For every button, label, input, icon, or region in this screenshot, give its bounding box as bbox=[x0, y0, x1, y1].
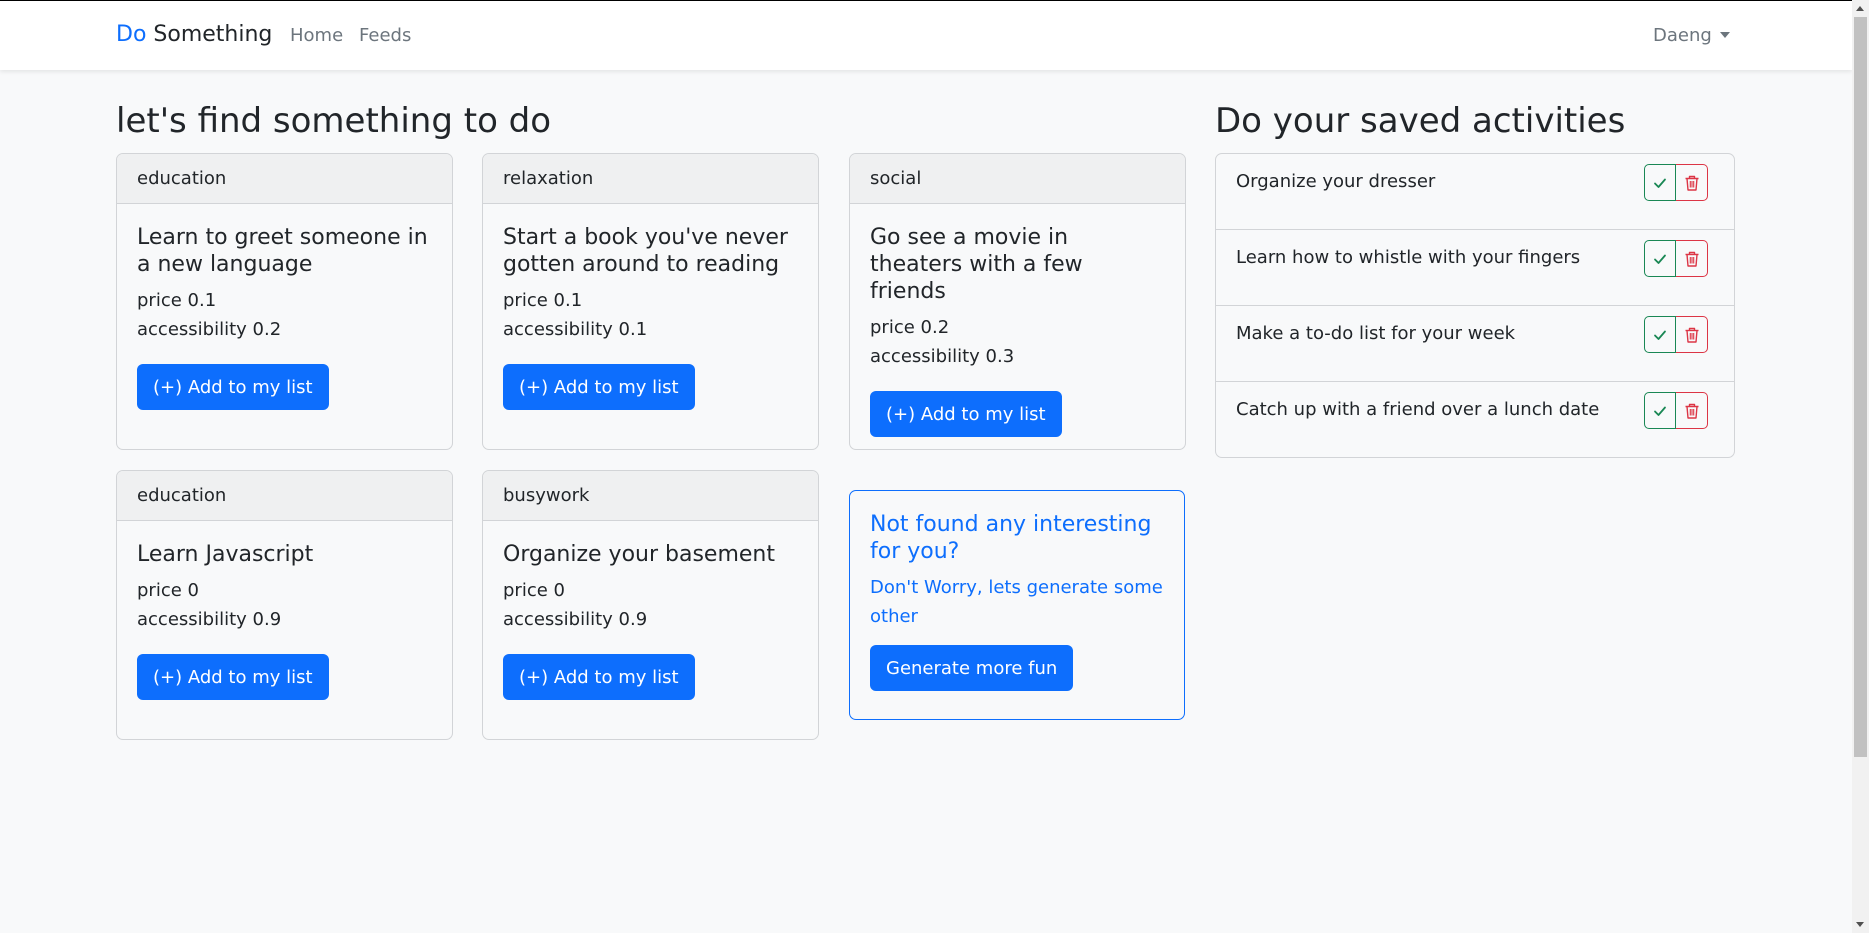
activity-price: price 0.1 bbox=[503, 290, 583, 311]
brand-logo[interactable]: Do Something bbox=[116, 21, 272, 49]
activity-type: social bbox=[850, 154, 1185, 204]
cta-text: Don't Worry, lets generate some other bbox=[870, 577, 1163, 627]
activity-accessibility: accessibility 0.2 bbox=[137, 319, 282, 340]
activity-title: Learn to greet someone in a new language bbox=[137, 225, 428, 277]
saved-activities-list: Organize your dresser Learn how to whist… bbox=[1215, 153, 1735, 458]
activity-card: social Go see a movie in theaters with a… bbox=[849, 153, 1186, 450]
nav-feeds-link[interactable]: Feeds bbox=[359, 24, 411, 48]
activity-price: price 0 bbox=[503, 580, 565, 601]
trash-icon bbox=[1685, 175, 1698, 191]
brand-do: Do bbox=[116, 22, 147, 47]
activity-accessibility: accessibility 0.1 bbox=[503, 319, 648, 340]
saved-item-label: Organize your dresser bbox=[1236, 171, 1436, 192]
add-to-list-button[interactable]: (+) Add to my list bbox=[137, 364, 329, 410]
navbar: Do Something Home Feeds Daeng bbox=[0, 1, 1852, 70]
saved-item-actions bbox=[1644, 392, 1708, 429]
trash-icon bbox=[1685, 251, 1698, 267]
saved-item-label: Make a to-do list for your week bbox=[1236, 323, 1516, 344]
activities-heading: let's find something to do bbox=[116, 101, 552, 141]
activity-accessibility: accessibility 0.9 bbox=[503, 609, 648, 630]
saved-item-actions bbox=[1644, 240, 1708, 277]
add-to-list-button[interactable]: (+) Add to my list bbox=[503, 364, 695, 410]
nav-home-link[interactable]: Home bbox=[290, 24, 343, 48]
add-to-list-button[interactable]: (+) Add to my list bbox=[137, 654, 329, 700]
activity-card: busywork Organize your basement price 0 … bbox=[482, 470, 819, 740]
scroll-up-icon[interactable] bbox=[1856, 6, 1864, 11]
user-name: Daeng bbox=[1653, 25, 1712, 46]
saved-item: Organize your dresser bbox=[1216, 154, 1734, 230]
activity-type: relaxation bbox=[483, 154, 818, 204]
activity-price: price 0.1 bbox=[137, 290, 217, 311]
saved-item-label: Catch up with a friend over a lunch date bbox=[1236, 399, 1600, 420]
activity-accessibility: accessibility 0.3 bbox=[870, 346, 1015, 367]
activity-title: Go see a movie in theaters with a few fr… bbox=[870, 225, 1083, 304]
delete-button[interactable] bbox=[1676, 392, 1708, 429]
cta-title: Not found any interesting for you? bbox=[870, 512, 1152, 564]
trash-icon bbox=[1685, 327, 1698, 343]
saved-item-actions bbox=[1644, 164, 1708, 201]
activity-title: Start a book you've never gotten around … bbox=[503, 225, 788, 277]
check-icon bbox=[1654, 406, 1666, 416]
add-to-list-button[interactable]: (+) Add to my list bbox=[503, 654, 695, 700]
activity-accessibility: accessibility 0.9 bbox=[137, 609, 282, 630]
delete-button[interactable] bbox=[1676, 240, 1708, 277]
saved-item-label: Learn how to whistle with your fingers bbox=[1236, 247, 1581, 268]
activity-price: price 0 bbox=[137, 580, 199, 601]
check-icon bbox=[1654, 330, 1666, 340]
saved-heading: Do your saved activities bbox=[1215, 101, 1626, 141]
saved-item: Learn how to whistle with your fingers bbox=[1216, 230, 1734, 306]
user-dropdown[interactable]: Daeng bbox=[1653, 24, 1730, 48]
activity-title: Learn Javascript bbox=[137, 542, 314, 567]
caret-down-icon bbox=[1719, 32, 1730, 38]
generate-more-card: Not found any interesting for you? Don't… bbox=[849, 490, 1185, 720]
complete-button[interactable] bbox=[1644, 392, 1676, 429]
brand-something: Something bbox=[153, 22, 273, 47]
activity-title: Organize your basement bbox=[503, 542, 775, 567]
saved-item-actions bbox=[1644, 316, 1708, 353]
page-scrollbar[interactable] bbox=[1852, 0, 1869, 933]
delete-button[interactable] bbox=[1676, 164, 1708, 201]
complete-button[interactable] bbox=[1644, 240, 1676, 277]
activity-card: relaxation Start a book you've never got… bbox=[482, 153, 819, 450]
trash-icon bbox=[1685, 403, 1698, 419]
activity-card: education Learn Javascript price 0 acces… bbox=[116, 470, 453, 740]
activity-type: busywork bbox=[483, 471, 818, 521]
activity-type: education bbox=[117, 154, 452, 204]
complete-button[interactable] bbox=[1644, 164, 1676, 201]
scroll-down-icon[interactable] bbox=[1856, 922, 1864, 927]
check-icon bbox=[1654, 178, 1666, 188]
activity-card: education Learn to greet someone in a ne… bbox=[116, 153, 453, 450]
add-to-list-button[interactable]: (+) Add to my list bbox=[870, 391, 1062, 437]
saved-item: Catch up with a friend over a lunch date bbox=[1216, 382, 1734, 457]
activity-price: price 0.2 bbox=[870, 317, 950, 338]
saved-item: Make a to-do list for your week bbox=[1216, 306, 1734, 382]
generate-more-button[interactable]: Generate more fun bbox=[870, 645, 1074, 691]
check-icon bbox=[1654, 254, 1666, 264]
delete-button[interactable] bbox=[1676, 316, 1708, 353]
complete-button[interactable] bbox=[1644, 316, 1676, 353]
activity-type: education bbox=[117, 471, 452, 521]
scrollbar-thumb[interactable] bbox=[1854, 17, 1867, 757]
